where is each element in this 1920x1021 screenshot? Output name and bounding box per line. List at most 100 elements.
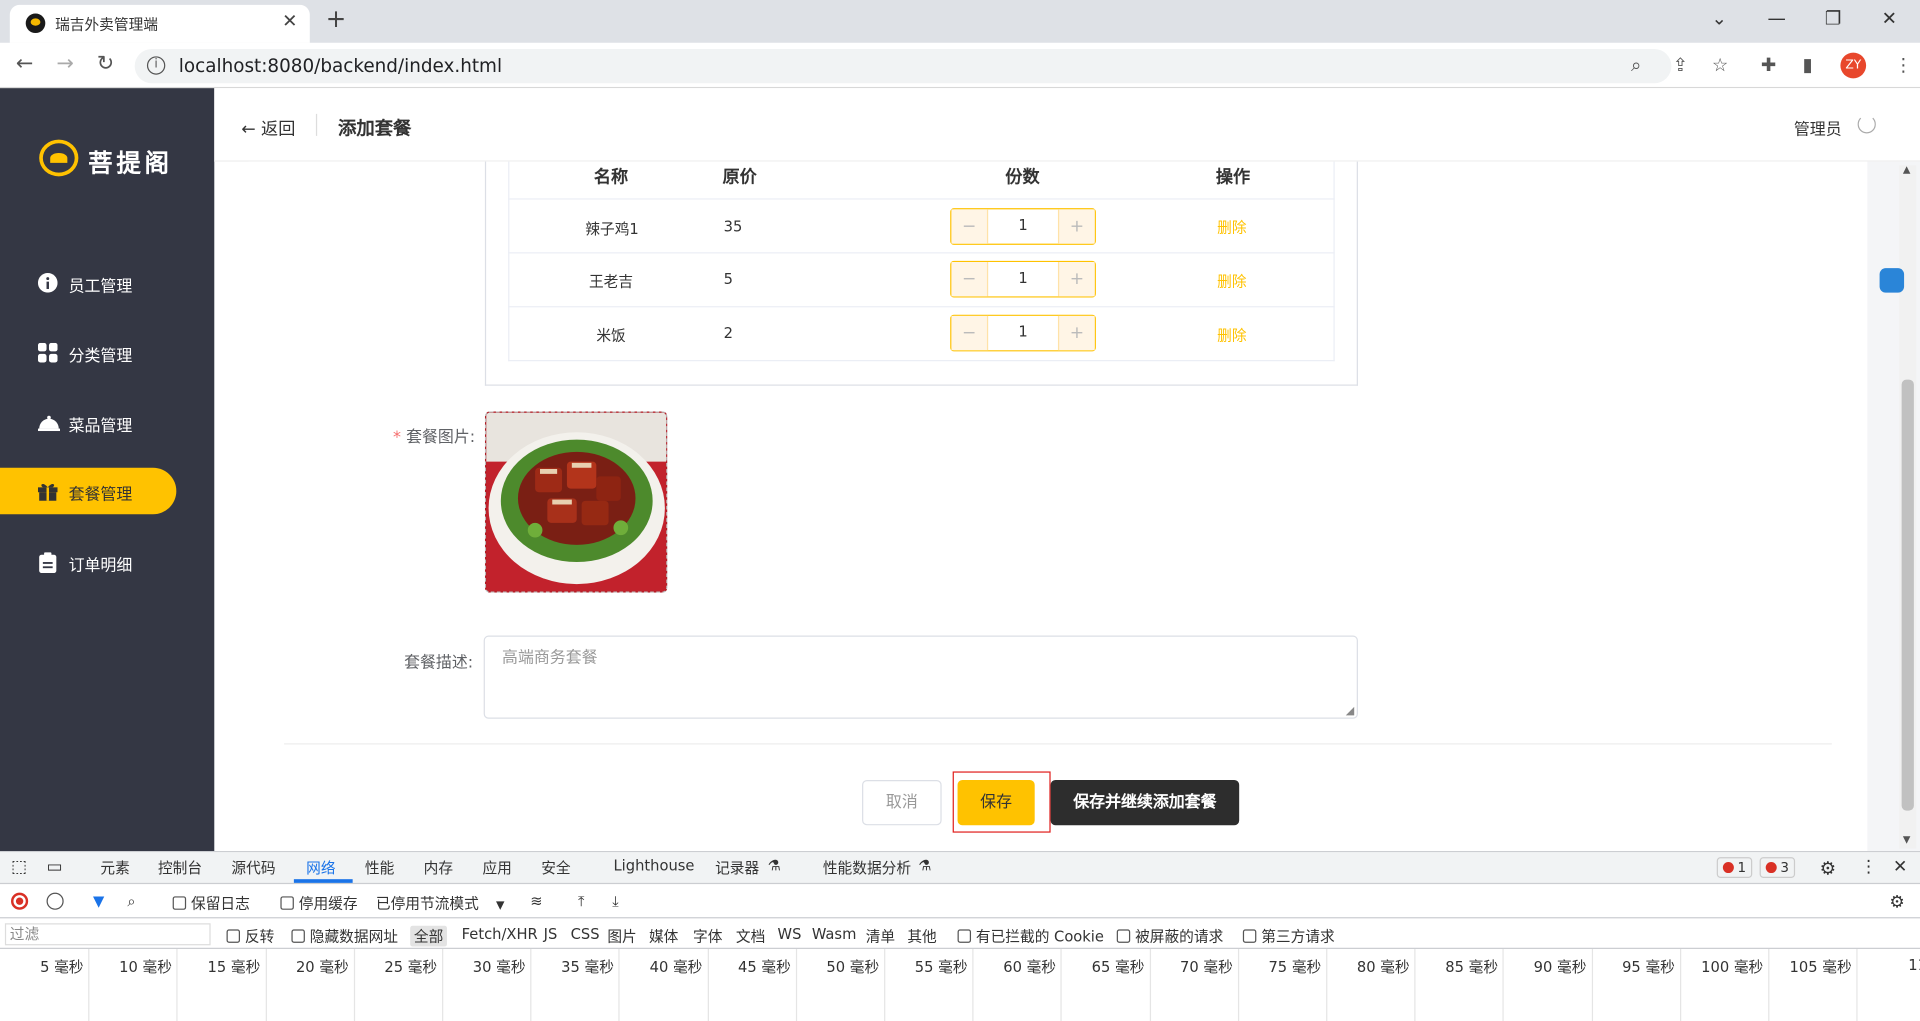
- url-text[interactable]: localhost:8080/backend/index.html: [179, 55, 502, 77]
- sidebar-item-setmeals[interactable]: 套餐管理: [0, 467, 177, 515]
- blocked-cookies-checkbox[interactable]: 有已拦截的 Cookie: [957, 926, 1104, 947]
- import-har-icon[interactable]: ⤒: [578, 893, 585, 911]
- cancel-button[interactable]: 取消: [862, 780, 942, 826]
- devtools-tab-lighthouse[interactable]: Lighthouse: [613, 857, 694, 874]
- save-and-continue-button[interactable]: 保存并继续添加套餐: [1050, 780, 1240, 826]
- window-close-icon[interactable]: ✕: [1877, 7, 1901, 29]
- extensions-icon[interactable]: ✚: [1761, 54, 1776, 76]
- filter-fetch-xhr[interactable]: Fetch/XHR: [462, 926, 538, 943]
- quantity-stepper[interactable]: − 1 +: [950, 260, 1096, 298]
- hide-data-urls-checkbox[interactable]: 隐藏数据网址: [291, 926, 398, 947]
- filter-ws[interactable]: WS: [778, 926, 802, 943]
- delete-link[interactable]: 删除: [1217, 217, 1246, 238]
- filter-all[interactable]: 全部: [410, 925, 447, 947]
- inspect-element-icon[interactable]: ⬚: [11, 857, 27, 877]
- filter-input[interactable]: 过滤: [4, 923, 211, 946]
- increment-button[interactable]: +: [1057, 262, 1095, 297]
- sidebar-item-orders[interactable]: 订单明细: [0, 539, 214, 586]
- floating-helper-icon[interactable]: [1879, 268, 1905, 293]
- filter-manifest[interactable]: 清单: [866, 926, 895, 947]
- setmeal-image-upload[interactable]: [484, 411, 668, 593]
- filter-doc[interactable]: 文档: [736, 926, 765, 947]
- devtools-tab-perf-insights[interactable]: 性能数据分析: [823, 857, 911, 878]
- issue-count-badge[interactable]: 3: [1759, 857, 1796, 878]
- disable-cache-checkbox[interactable]: 停用缓存: [280, 893, 358, 914]
- devtools-menu-icon[interactable]: ⋮: [1860, 857, 1877, 877]
- save-button[interactable]: 保存: [957, 780, 1035, 826]
- restore-icon[interactable]: ❐: [1821, 7, 1845, 29]
- decrement-button[interactable]: −: [951, 262, 989, 297]
- quantity-stepper[interactable]: − 1 +: [950, 208, 1096, 245]
- third-party-checkbox[interactable]: 第三方请求: [1242, 926, 1335, 947]
- scroll-down-icon[interactable]: ▼: [1903, 834, 1911, 845]
- tab-close-icon[interactable]: ✕: [282, 10, 297, 32]
- devtools-tab-elements[interactable]: 元素: [100, 857, 129, 878]
- resize-handle-icon[interactable]: ◢: [1346, 705, 1354, 717]
- scrollbar-thumb[interactable]: [1901, 379, 1914, 811]
- site-info-icon[interactable]: i: [146, 56, 166, 75]
- invert-checkbox[interactable]: 反转: [226, 926, 274, 947]
- blocked-requests-checkbox[interactable]: 被屏蔽的请求: [1116, 926, 1223, 947]
- device-toolbar-icon[interactable]: ▭: [47, 857, 63, 877]
- filter-wasm[interactable]: Wasm: [812, 926, 857, 943]
- back-arrow-icon[interactable]: ←: [16, 51, 33, 75]
- setmeal-description-textarea[interactable]: 高端商务套餐 ◢: [483, 635, 1358, 719]
- sidebar-item-categories[interactable]: 分类管理: [0, 329, 214, 376]
- new-tab-icon[interactable]: +: [326, 4, 347, 33]
- logout-power-icon[interactable]: [1857, 115, 1876, 134]
- devtools-tab-memory[interactable]: 内存: [424, 857, 453, 878]
- browser-tab[interactable]: 瑞吉外卖管理端 ✕: [9, 4, 310, 43]
- bookmark-star-icon[interactable]: ☆: [1712, 54, 1728, 76]
- filter-css[interactable]: CSS: [571, 926, 600, 943]
- filter-other[interactable]: 其他: [907, 926, 936, 947]
- devtools-settings-icon[interactable]: ⚙: [1820, 857, 1836, 879]
- devtools-tab-network[interactable]: 网络: [306, 857, 335, 878]
- decrement-button[interactable]: −: [951, 209, 989, 244]
- increment-button[interactable]: +: [1057, 315, 1095, 351]
- filter-media[interactable]: 媒体: [649, 926, 678, 947]
- devtools-tab-application[interactable]: 应用: [482, 857, 511, 878]
- reload-icon[interactable]: ↻: [97, 51, 114, 75]
- network-conditions-icon[interactable]: ≋: [530, 893, 542, 910]
- sidebar-item-dishes[interactable]: 菜品管理: [0, 399, 214, 446]
- record-icon[interactable]: [11, 892, 29, 910]
- browser-menu-icon[interactable]: ⋮: [1894, 54, 1912, 76]
- devtools-tab-recorder[interactable]: 记录器: [715, 857, 759, 878]
- forward-arrow-icon[interactable]: →: [56, 51, 73, 75]
- delete-link[interactable]: 删除: [1217, 324, 1246, 345]
- profile-avatar[interactable]: ZY: [1840, 52, 1867, 79]
- preserve-log-checkbox[interactable]: 保留日志: [172, 893, 250, 914]
- scroll-up-icon[interactable]: ▲: [1903, 164, 1911, 175]
- zoom-icon[interactable]: ⌕: [1631, 54, 1641, 76]
- tab-search-icon[interactable]: ⌄: [1707, 7, 1731, 29]
- filter-font[interactable]: 字体: [693, 926, 722, 947]
- filter-img[interactable]: 图片: [607, 926, 636, 947]
- devtools-close-icon[interactable]: ✕: [1893, 857, 1907, 877]
- throttle-select[interactable]: 已停用节流模式 ▼: [376, 893, 504, 914]
- error-count-badge[interactable]: 1: [1716, 857, 1753, 878]
- minimize-icon[interactable]: —: [1764, 7, 1788, 29]
- devtools-tab-console[interactable]: 控制台: [158, 857, 202, 878]
- quantity-value[interactable]: 1: [988, 323, 1058, 340]
- clear-icon[interactable]: [46, 892, 64, 910]
- back-button[interactable]: ← 返回: [241, 116, 295, 140]
- delete-link[interactable]: 删除: [1217, 271, 1246, 292]
- export-har-icon[interactable]: ⤓: [612, 893, 619, 911]
- quantity-value[interactable]: 1: [988, 269, 1058, 286]
- devtools-tab-performance[interactable]: 性能: [365, 857, 394, 878]
- decrement-button[interactable]: −: [951, 315, 989, 351]
- network-settings-icon[interactable]: ⚙: [1889, 893, 1904, 913]
- filter-js[interactable]: JS: [544, 926, 558, 943]
- share-icon[interactable]: ⇪: [1673, 54, 1688, 76]
- filter-icon[interactable]: ▼: [93, 893, 104, 910]
- quantity-value[interactable]: 1: [988, 217, 1058, 234]
- address-bar[interactable]: i localhost:8080/backend/index.html: [134, 48, 1672, 84]
- side-panel-icon[interactable]: ▮: [1802, 54, 1812, 76]
- devtools-tab-security[interactable]: 安全: [541, 857, 570, 878]
- increment-button[interactable]: +: [1057, 209, 1095, 244]
- sidebar-item-employees[interactable]: 员工管理: [0, 260, 214, 307]
- devtools-tab-sources[interactable]: 源代码: [231, 857, 275, 878]
- search-icon[interactable]: ⌕: [127, 893, 135, 911]
- quantity-stepper[interactable]: − 1 +: [950, 314, 1096, 352]
- throttle-value: 已停用节流模式: [375, 895, 479, 913]
